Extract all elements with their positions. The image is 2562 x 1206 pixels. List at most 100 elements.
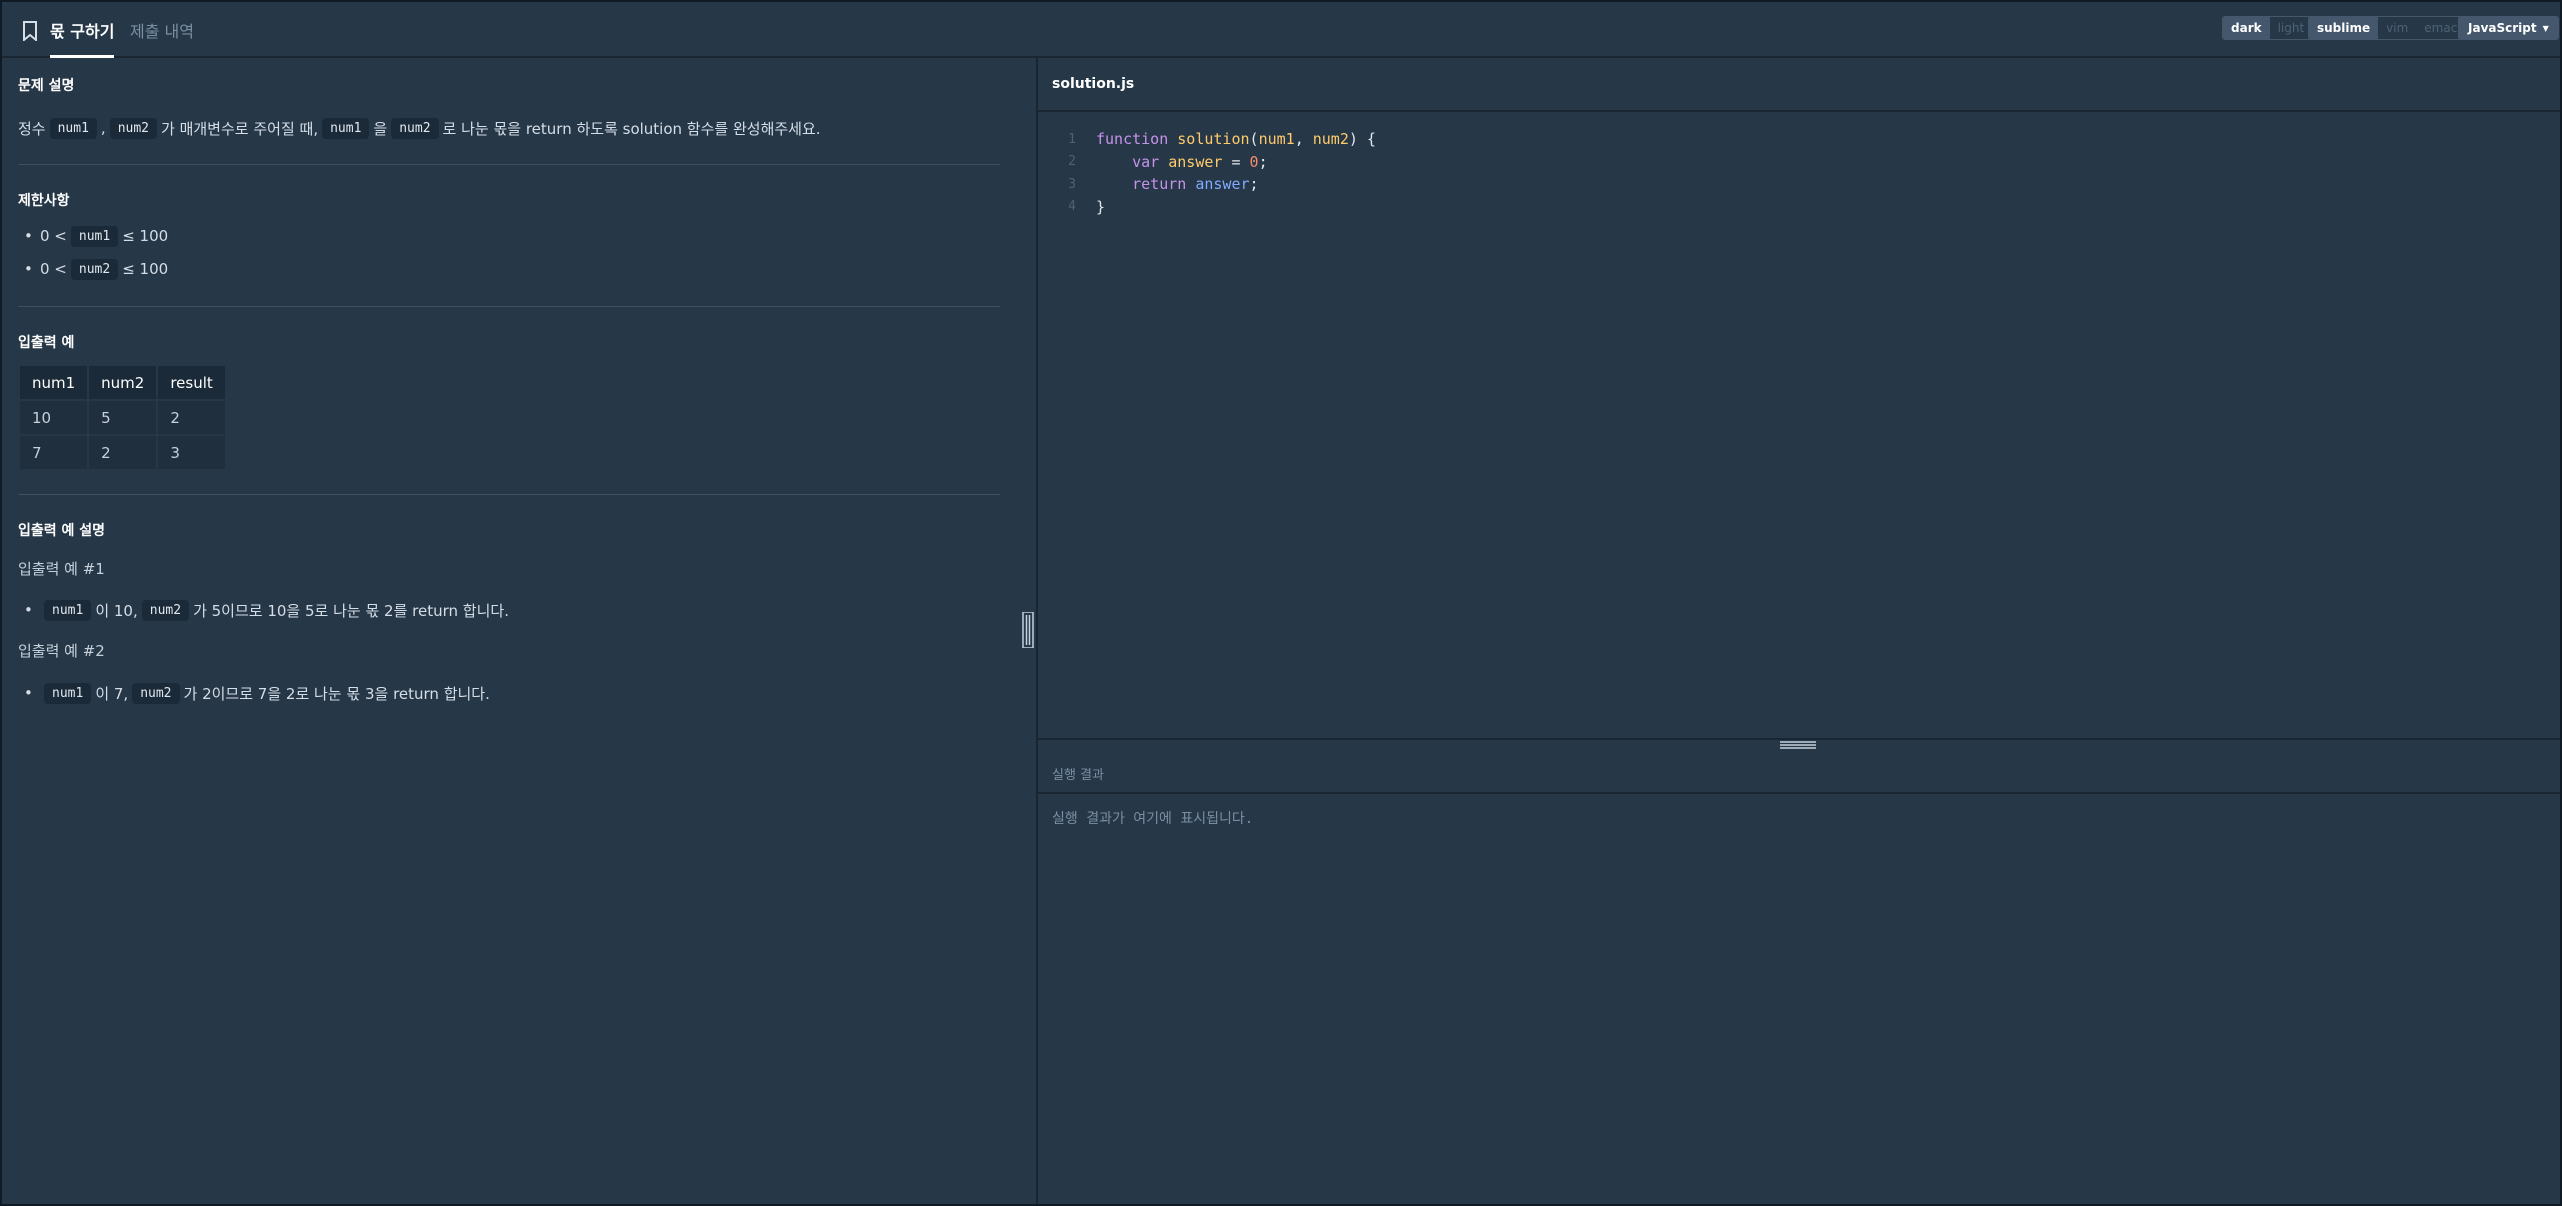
section-divider xyxy=(18,164,1000,165)
code-line: 2 var answer = 0; xyxy=(1038,151,2560,174)
tab-submissions-label: 제출 내역 xyxy=(130,22,194,41)
explanation-text: 가 5이므로 10을 5로 나눈 몫 2를 return 합니다. xyxy=(193,601,509,620)
keymap-vim-button[interactable]: vim xyxy=(2378,17,2416,39)
desc-text: 가 매개변수로 주어질 때, xyxy=(161,119,319,138)
tab-submissions[interactable]: 제출 내역 xyxy=(130,2,194,58)
code-punct: ( xyxy=(1249,130,1259,149)
table-header-row: num1 num2 result xyxy=(17,364,227,401)
code-punct: } xyxy=(1096,197,1106,216)
constraint-suffix: ≤ 100 xyxy=(122,227,169,245)
result-header-border xyxy=(1038,792,2560,794)
line-number: 2 xyxy=(1068,154,1076,170)
examples-table: num1 num2 result 10 5 2 7 2 3 xyxy=(17,364,227,471)
editor-header-border xyxy=(1038,110,2560,112)
code-punct: ; xyxy=(1249,175,1259,194)
table-cell: 10 xyxy=(17,399,90,436)
desc-text: 로 나눈 몫을 return 하도록 solution 함수를 완성해주세요. xyxy=(442,119,821,138)
constraint-item: 0 < num1 ≤ 100 xyxy=(24,224,169,248)
problem-title: 문제 설명 xyxy=(18,78,75,94)
constraint-item: 0 < num2 ≤ 100 xyxy=(24,257,169,281)
problem-description: 정수 num1 , num2 가 매개변수로 주어질 때, num1 을 num… xyxy=(18,116,821,140)
example-1-title: 입출력 예 #1 xyxy=(18,560,105,578)
code-param: num2 xyxy=(1312,130,1349,149)
result-output: 실행 결과가 여기에 표시됩니다. xyxy=(1052,811,1254,827)
constraints-title: 제한사항 xyxy=(18,193,70,209)
table-cell: 3 xyxy=(156,434,227,471)
inline-code: num2 xyxy=(70,258,119,280)
tab-problem-label: 몫 구하기 xyxy=(50,22,115,41)
section-divider xyxy=(18,494,1000,495)
inline-code: num2 xyxy=(141,599,190,621)
table-cell: 2 xyxy=(87,434,159,471)
chevron-down-icon: ▼ xyxy=(2542,23,2549,33)
inline-code: num1 xyxy=(44,682,92,704)
table-row: 10 5 2 xyxy=(17,399,227,436)
line-number: 1 xyxy=(1068,131,1076,147)
table-header: result xyxy=(156,364,227,401)
example-1-explanation: num1 이 10, num2 가 5이므로 10을 5로 나눈 몫 2를 re… xyxy=(24,598,509,622)
tab-problem[interactable]: 몫 구하기 xyxy=(50,2,115,58)
section-divider xyxy=(18,306,1000,307)
code-line: 3 return answer; xyxy=(1038,173,2560,196)
code-punct: ) { xyxy=(1348,130,1376,149)
code-identifier: answer xyxy=(1195,175,1250,194)
code-text: } xyxy=(1076,198,1105,216)
desc-text: 정수 xyxy=(18,119,46,138)
line-number: 4 xyxy=(1068,199,1076,215)
example-2-explanation: num1 이 7, num2 가 2이므로 7을 2로 나눈 몫 3을 retu… xyxy=(24,681,490,705)
code-punct: = xyxy=(1222,152,1250,171)
example-2-title: 입출력 예 #2 xyxy=(18,642,105,660)
desc-text: , xyxy=(100,119,106,137)
code-text: return answer; xyxy=(1076,175,1259,194)
table-cell: 5 xyxy=(87,399,159,436)
editor-panel: solution.js 1 function solution(num1, nu… xyxy=(1038,58,2560,1204)
inline-code: num1 xyxy=(70,225,119,247)
table-header: num1 xyxy=(17,364,90,401)
vertical-resize-handle-icon[interactable] xyxy=(1022,612,1034,648)
constraint-prefix: 0 < xyxy=(40,227,67,245)
code-text: function solution(num1, num2) { xyxy=(1076,130,1376,148)
inline-code: num1 xyxy=(49,117,97,139)
code-identifier: answer xyxy=(1168,152,1223,171)
code-keyword: function xyxy=(1096,130,1169,149)
bookmark-icon xyxy=(23,21,37,41)
code-line: 4 } xyxy=(1038,196,2560,219)
desc-text: 을 xyxy=(373,119,388,138)
theme-dark-button[interactable]: dark xyxy=(2223,17,2270,39)
table-cell: 2 xyxy=(156,399,227,436)
keymap-toggle: sublime vim emacs xyxy=(2308,16,2473,40)
code-number: 0 xyxy=(1249,152,1259,171)
code-punct: ; xyxy=(1258,152,1268,171)
inline-code: num2 xyxy=(132,682,180,704)
table-row: 7 2 3 xyxy=(17,434,227,471)
explanation-text: 이 7, xyxy=(95,684,129,703)
inline-code: num2 xyxy=(391,117,439,139)
constraint-suffix: ≤ 100 xyxy=(122,260,169,278)
code-keyword: return xyxy=(1132,175,1187,194)
code-function-name: solution xyxy=(1177,130,1250,149)
inline-code: num1 xyxy=(44,599,92,621)
result-title: 실행 결과 xyxy=(1052,767,1104,783)
table-cell: 7 xyxy=(17,434,90,471)
code-param: num1 xyxy=(1258,130,1295,149)
language-select[interactable]: JavaScript ▼ xyxy=(2458,16,2559,40)
code-keyword: var xyxy=(1132,152,1160,171)
table-header: num2 xyxy=(87,364,159,401)
line-number: 3 xyxy=(1068,176,1076,192)
theme-light-button[interactable]: light xyxy=(2270,17,2313,39)
keymap-sublime-button[interactable]: sublime xyxy=(2309,17,2379,39)
constraint-prefix: 0 < xyxy=(40,260,67,278)
explanation-title: 입출력 예 설명 xyxy=(18,523,106,539)
language-select-value: JavaScript xyxy=(2468,21,2537,35)
inline-code: num2 xyxy=(109,117,158,139)
theme-toggle: dark light xyxy=(2222,16,2314,40)
code-text: var answer = 0; xyxy=(1076,152,1268,171)
editor-filename: solution.js xyxy=(1052,76,1135,92)
horizontal-resize-handle-icon[interactable] xyxy=(1780,740,1816,752)
code-line: 1 function solution(num1, num2) { xyxy=(1038,128,2560,151)
code-editor[interactable]: 1 function solution(num1, num2) { 2 var … xyxy=(1038,128,2560,218)
problem-panel: 문제 설명 정수 num1 , num2 가 매개변수로 주어질 때, num1… xyxy=(2,58,1036,1204)
inline-code: num1 xyxy=(322,117,370,139)
examples-title: 입출력 예 xyxy=(18,335,75,351)
code-punct: , xyxy=(1294,130,1313,149)
